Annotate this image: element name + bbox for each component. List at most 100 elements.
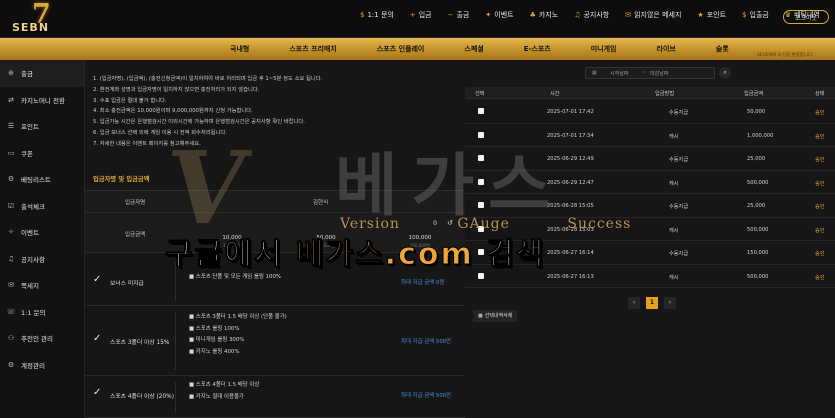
bonus-detail: ■ 미니게임 롤링 300% [189,337,245,343]
top-nav: $1:1 문의 + 입금 − 출금 ✦ 이벤트 ♣ 카지노 ♫ 공지사항 ✉ 읽지않은 메세… [360,10,835,20]
sidebar-item-points[interactable]: ☰ 포인트 [0,113,84,140]
check-icon: ✓ [93,333,102,344]
nav-inplay[interactable]: 스포츠 인플레이 [377,44,425,54]
topnav-casino[interactable]: ♣ 카지노 [530,10,559,20]
settings-icon: ⚙ [7,360,15,369]
topnav-messages[interactable]: ✉ 읽지않은 메세지 [625,10,681,20]
nav-prematch[interactable]: 스포츠 프리매치 [289,44,337,54]
topnav-deposit[interactable]: + 입금 [410,10,432,20]
row-time: 2025-07-01 17:42 [547,109,594,115]
amount-input[interactable]: 0 [185,218,443,230]
check-icon: ✓ [93,387,102,398]
row-amount: 150,000 [747,250,769,256]
row-checkbox[interactable] [478,131,484,138]
date-separator: ~ [642,70,647,76]
row-checkbox[interactable] [478,155,484,161]
gift-icon: ✦ [485,11,492,19]
prev-page-button[interactable]: ‹ [628,297,640,309]
sidebar: ⊕ 출금 ⇄ 카지노머니 전환 ☰ 포인트 ▭ 쿠폰 ⚙ 베팅리스트 ☑ 출석체크 ✧ 이벤트… [0,60,85,418]
banner-word: 검색 [486,237,546,272]
row-amount: 25,000 [747,203,766,209]
sidebar-item-label: 공지사항 [21,255,45,264]
bonus-option-4fold[interactable]: ✓ 스포츠 4폴더 이상 (20%) ■ 스포츠 4폴더 1.5 배당 이상 ■… [85,376,465,418]
row-checkbox[interactable] [478,225,484,232]
reset-icon[interactable]: ↺ [447,219,453,227]
topnav-event[interactable]: ✦ 이벤트 [485,10,513,20]
pagination: ‹ 1 › [628,297,682,309]
topnav-cash[interactable]: $ 입출금 [742,10,769,20]
sidebar-item-event[interactable]: ✧ 이벤트 [0,219,84,246]
bonus-details: ■ 스포츠 3폴더 1.5 배당 이상 (단폴 불가) ■ 스포츠 롤링 100… [189,312,287,358]
table-row[interactable]: 2025-07-01 17:34 캐시 1,000,000 승인 [465,124,835,147]
calendar-icon: ▦ [592,70,597,76]
date-end[interactable]: 마감날짜 [650,70,668,77]
date-start[interactable]: 시작날짜 [610,70,628,77]
bonus-details: ■ 스포츠 4폴더 1.5 배당 이상 ■ 카지노 절대 이용불가 [189,380,259,403]
page-button-current[interactable]: 1 [646,297,658,309]
topnav-withdraw[interactable]: − 출금 [448,10,470,20]
club-icon: ♣ [529,11,536,19]
nav-esports[interactable]: E-스포츠 [524,44,551,54]
status-badge: 승인 [815,227,825,234]
sidebar-item-casino-transfer[interactable]: ⇄ 카지노머니 전환 [0,87,84,114]
check-icon: ✓ [93,274,102,285]
row-time: 2025-06-29 12:49 [547,156,594,162]
row-amount: 500,000 [747,273,769,280]
sidebar-item-label: 쪽세지 [21,282,39,291]
table-row[interactable]: 2025-06-29 12:47 캐시 500,000 승인 [465,171,835,194]
bonus-name: 보너스 미지급 [110,281,144,287]
sidebar-item-account[interactable]: ⚙ 계정관리 [0,352,84,379]
search-button[interactable]: ⌕ [719,67,731,79]
sidebar-item-referral[interactable]: ⚇ 추천인 관리 [0,325,84,352]
nav-special[interactable]: 스페셜 [464,44,483,54]
sidebar-item-label: 출금 [21,70,33,79]
sidebar-item-notice[interactable]: ♫ 공지사항 [0,246,84,273]
date-range[interactable]: ▦ 시작날짜 ~ 마감날짜 [585,67,715,79]
delete-selected-button[interactable]: ■ 선택내역삭제 [473,310,518,322]
col-amount: 입금금액 [744,90,764,97]
nav-slot[interactable]: 슬롯 [716,44,729,54]
table-row[interactable]: 2025-06-29 12:49 수동지급 25,000 승인 [465,147,835,171]
withdraw-icon: ⊕ [8,69,14,78]
row-method: 수동지급 [669,157,689,163]
envelope-icon: ✉ [8,281,14,290]
nav-minigame[interactable]: 미니게임 [591,44,617,54]
topnav-inquiry[interactable]: $1:1 문의 [360,10,394,20]
status-badge: 승인 [815,180,825,187]
list-icon: ☰ [7,122,15,131]
minus-icon: − [447,11,454,19]
table-row[interactable]: 2025-06-28 15:05 수동지급 25,000 승인 [465,194,835,218]
topnav-points[interactable]: ★ 포인트 [697,10,726,20]
bonus-detail: ■ 스포츠 롤링 100% [189,325,240,332]
bonus-option-3fold[interactable]: ✓ 스포츠 3폴더 이상 15% ■ 스포츠 3폴더 1.5 배당 이상 (단폴… [85,306,465,376]
sidebar-item-attendance[interactable]: ☑ 출석체크 [0,193,84,220]
next-page-button[interactable]: › [664,297,676,309]
sidebar-item-messages[interactable]: ✉ 쪽세지 [0,272,84,299]
dollar-icon: $ [360,11,365,19]
topnav-label: 포인트 [706,11,727,19]
site-logo[interactable]: 7 SEBN [8,1,88,35]
depositor-name: 김현식 [313,200,329,206]
status-badge: 승인 [815,133,825,140]
row-checkbox[interactable] [478,202,484,208]
envelope-icon: ✉ [625,11,632,19]
amount-label: 입금금액 [125,232,146,238]
row-checkbox[interactable] [478,272,484,279]
row-checkbox[interactable] [478,178,484,185]
sidebar-item-bet-list[interactable]: ⚙ 베팅리스트 [0,166,84,193]
topnav-notice[interactable]: ♫ 공지사항 [574,10,609,20]
rule-line: 7. 자세한 내용은 이벤트 페이지를 참고해주세요. [93,140,201,147]
sidebar-item-coupon[interactable]: ▭ 쿠폰 [0,140,84,167]
bonus-details: ■ 스포츠 단폴 및 모든 게임 롤링 100% [189,272,281,284]
logout-button[interactable]: 로그아웃 [783,10,829,24]
sidebar-item-withdraw[interactable]: ⊕ 출금 [0,60,84,87]
gear-icon: ⚙ [7,175,15,184]
row-time: 2025-07-01 17:34 [547,132,594,139]
nav-domestic[interactable]: 국내형 [230,44,249,54]
nav-live[interactable]: 라이브 [657,44,676,54]
row-checkbox[interactable] [478,108,484,114]
sidebar-item-label: 카지노머니 전환 [21,96,65,105]
rule-line: 3. 수표 입금은 절대 불가 합니다. [93,97,167,104]
table-row[interactable]: 2025-07-01 17:42 수동지급 50,000 승인 [465,100,835,124]
sidebar-item-inquiry[interactable]: ☏ 1:1 문의 [0,299,84,326]
